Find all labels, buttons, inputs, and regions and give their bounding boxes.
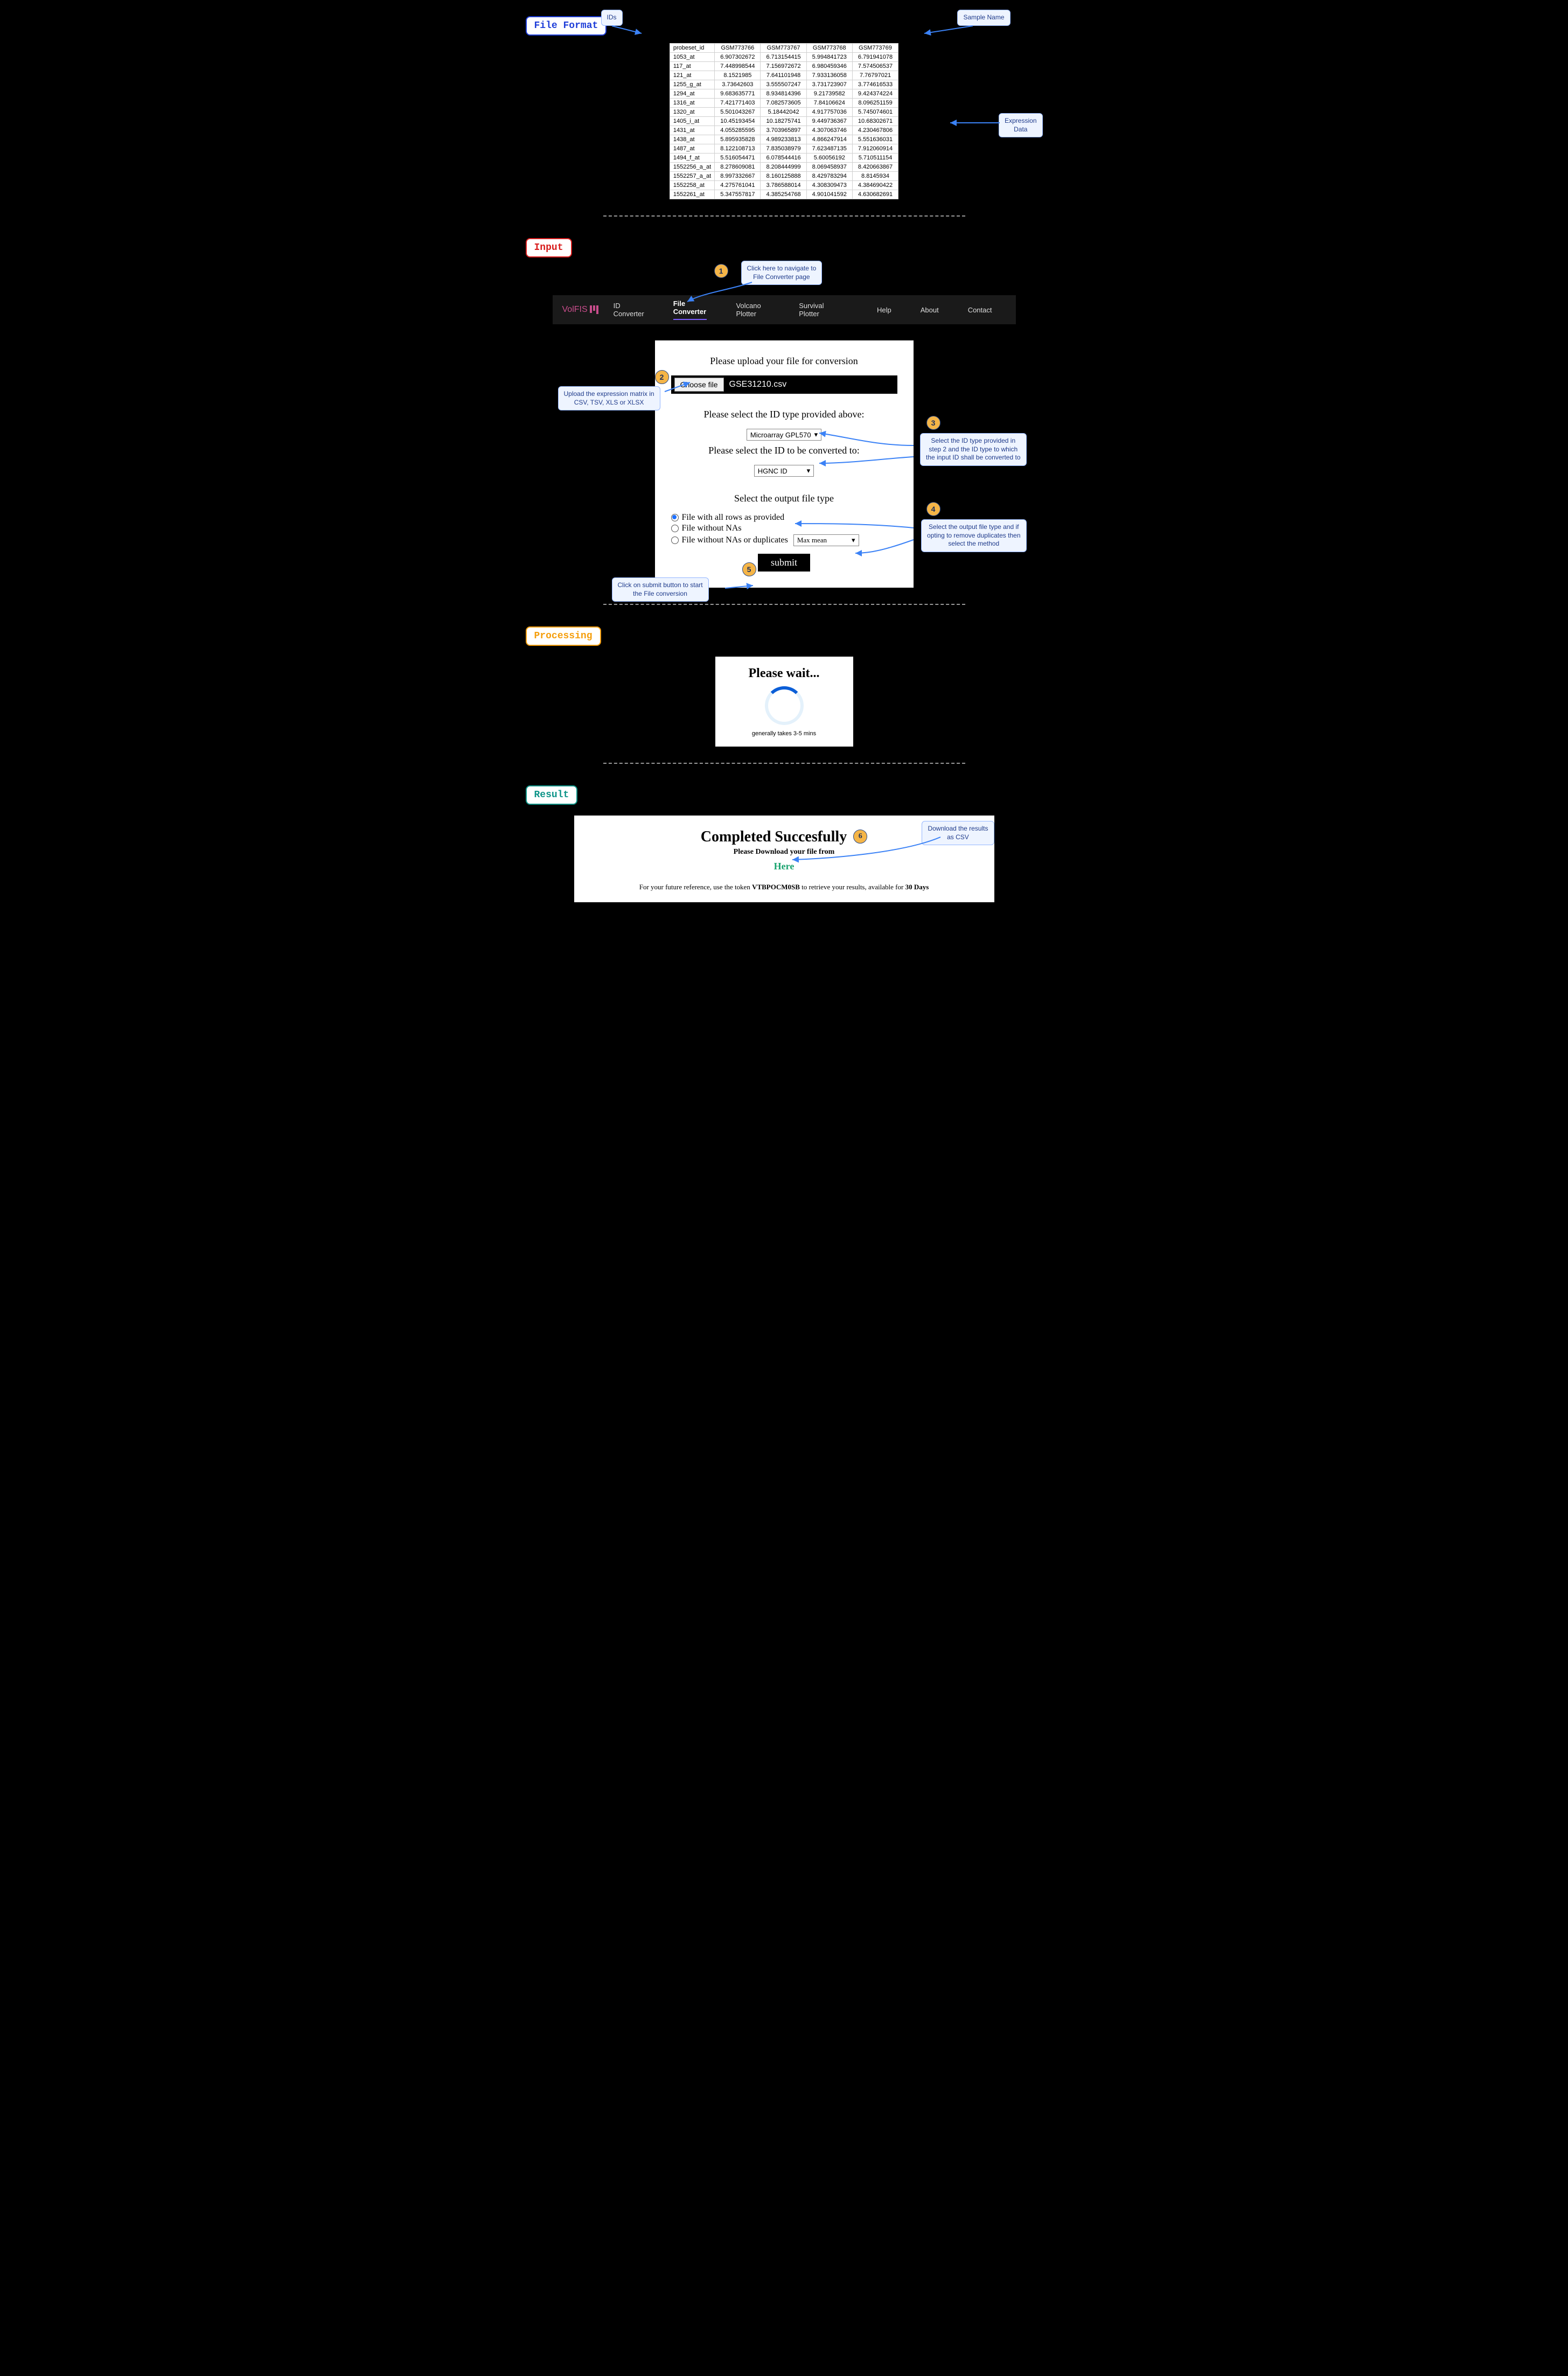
callout-ids: IDs bbox=[601, 10, 623, 26]
section-file-format: File Format bbox=[526, 16, 607, 36]
table-row: 121_at8.15219857.6411019487.9331360587.7… bbox=[670, 71, 898, 80]
callout-step1: Click here to navigate to File Converter… bbox=[741, 261, 823, 285]
wait-panel: Please wait... generally takes 3-5 mins bbox=[715, 657, 853, 747]
spinner-icon bbox=[765, 686, 804, 725]
expression-table: probeset_idGSM773766GSM773767GSM773768GS… bbox=[670, 43, 898, 199]
callout-step2: Upload the expression matrix in CSV, TSV… bbox=[558, 386, 660, 410]
divider bbox=[603, 763, 965, 764]
step-6-badge: 6 bbox=[853, 830, 867, 844]
select-dup-method[interactable]: Max mean▾ bbox=[793, 534, 859, 546]
step-2-badge: 2 bbox=[655, 370, 669, 384]
nav-item-contact[interactable]: Contact bbox=[968, 306, 992, 314]
table-header-cell: GSM773767 bbox=[761, 44, 806, 53]
idtype-heading: Please select the ID type provided above… bbox=[671, 409, 897, 420]
section-input: Input bbox=[526, 238, 572, 257]
callout-step6: Download the results as CSV bbox=[922, 821, 994, 845]
callout-step3: Select the ID type provided in step 2 an… bbox=[920, 433, 1026, 466]
logo: VolFIS bbox=[562, 305, 598, 315]
section-result: Result bbox=[526, 785, 578, 805]
output-heading: Select the output file type bbox=[671, 493, 897, 504]
table-row: 1494_f_at5.5160544716.0785444165.6005619… bbox=[670, 154, 898, 163]
table-row: 1320_at5.5010432675.184420424.9177570365… bbox=[670, 108, 898, 117]
nav-item-id-converter[interactable]: ID Converter bbox=[614, 302, 644, 318]
choose-file-button[interactable]: Choose file bbox=[674, 378, 724, 392]
nav-item-help[interactable]: Help bbox=[877, 306, 891, 314]
chevron-down-icon: ▾ bbox=[852, 536, 855, 545]
table-row: 1438_at5.8959358284.9892338134.866247914… bbox=[670, 135, 898, 144]
table-row: 1255_g_at3.736426033.5555072473.73172390… bbox=[670, 80, 898, 89]
table-header-cell: GSM773769 bbox=[852, 44, 898, 53]
table-row: 1316_at7.4217714037.0825736057.841066248… bbox=[670, 99, 898, 108]
select-idtype[interactable]: Microarray GPL570▾ bbox=[747, 429, 821, 441]
wait-title: Please wait... bbox=[725, 666, 844, 681]
chosen-filename: GSE31210.csv bbox=[729, 380, 787, 389]
table-row: 1431_at4.0552855953.7039658974.307063746… bbox=[670, 126, 898, 135]
chevron-down-icon: ▾ bbox=[814, 430, 818, 439]
upload-heading: Please upload your file for conversion bbox=[671, 356, 897, 367]
table-row: 1552258_at4.2757610413.7865880144.308309… bbox=[670, 181, 898, 190]
wait-subtext: generally takes 3-5 mins bbox=[725, 730, 844, 737]
navbar: VolFIS ID Converter File Converter Volcano… bbox=[553, 295, 1016, 324]
table-row: 1487_at8.1221087137.8350389797.623487135… bbox=[670, 144, 898, 154]
section-processing: Processing bbox=[526, 626, 601, 646]
result-note: For your future reference, use the token… bbox=[590, 883, 978, 891]
nav-item-survival-plotter[interactable]: Survival Plotter bbox=[799, 302, 833, 318]
result-subtitle: Please Download your file from bbox=[590, 848, 978, 856]
table-header-cell: probeset_id bbox=[670, 44, 714, 53]
step-1-badge: 1 bbox=[714, 264, 728, 278]
table-row: 1552257_a_at8.9973326678.1601258888.4297… bbox=[670, 172, 898, 181]
result-title: Completed Succesfully bbox=[701, 828, 847, 846]
table-row: 1053_at6.9073026726.7131544155.994841723… bbox=[670, 53, 898, 62]
step-3-badge: 3 bbox=[926, 416, 940, 430]
divider bbox=[603, 215, 965, 217]
table-row: 1294_at9.6836357718.9348143969.217395829… bbox=[670, 89, 898, 99]
callout-sample-name: Sample Name bbox=[957, 10, 1010, 26]
download-link[interactable]: Here bbox=[774, 861, 795, 872]
table-header-cell: GSM773766 bbox=[715, 44, 761, 53]
file-converter-panel: Please upload your file for conversion C… bbox=[655, 340, 914, 588]
nav-item-about[interactable]: About bbox=[921, 306, 939, 314]
step-4-badge: 4 bbox=[926, 502, 940, 516]
nav-item-volcano-plotter[interactable]: Volcano Plotter bbox=[736, 302, 770, 318]
table-row: 117_at7.4489985447.1569726726.9804593467… bbox=[670, 62, 898, 71]
table-row: 1552256_a_at8.2786090818.2084449998.0694… bbox=[670, 163, 898, 172]
nav-item-file-converter[interactable]: File Converter bbox=[673, 299, 707, 320]
callout-step4: Select the output file type and if optin… bbox=[921, 519, 1026, 552]
table-row: 1552261_at5.3475578174.3852547684.901041… bbox=[670, 190, 898, 199]
chevron-down-icon: ▾ bbox=[807, 466, 811, 475]
radio-all-rows[interactable]: File with all rows as provided bbox=[671, 513, 897, 522]
table-row: 1405_i_at10.4519345410.182757419.4497363… bbox=[670, 117, 898, 126]
step-5-badge: 5 bbox=[742, 562, 756, 576]
file-chooser[interactable]: Choose file GSE31210.csv bbox=[671, 375, 897, 394]
submit-button[interactable]: submit bbox=[758, 554, 810, 572]
callout-expression-data: Expression Data bbox=[999, 113, 1042, 137]
select-convert-to[interactable]: HGNC ID▾ bbox=[754, 465, 814, 477]
convert-heading: Please select the ID to be converted to: bbox=[671, 445, 897, 456]
table-header-cell: GSM773768 bbox=[806, 44, 852, 53]
radio-no-na-dup[interactable]: File without NAs or duplicates Max mean▾ bbox=[671, 534, 897, 546]
divider bbox=[603, 604, 965, 605]
callout-step5: Click on submit button to start the File… bbox=[612, 577, 709, 602]
radio-no-na[interactable]: File without NAs bbox=[671, 524, 897, 533]
